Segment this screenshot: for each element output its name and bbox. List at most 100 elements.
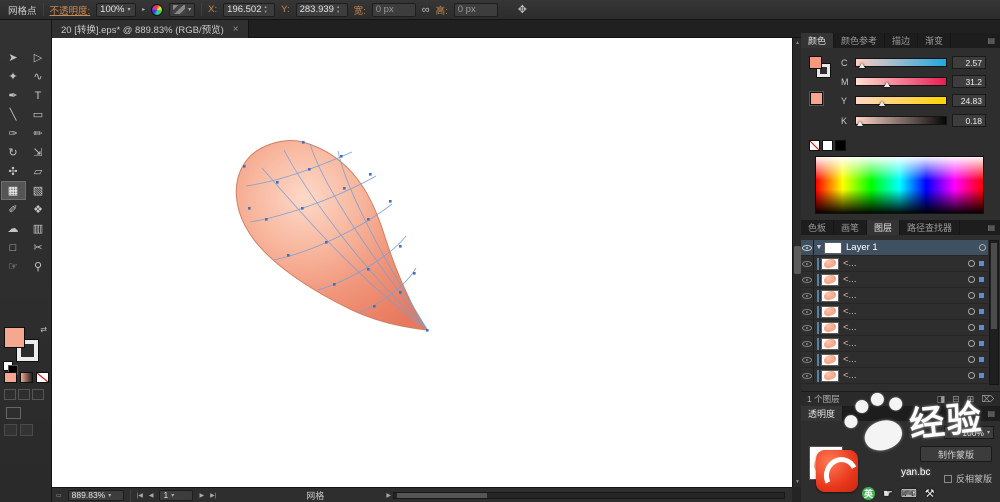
visibility-toggle[interactable] [801, 368, 814, 383]
scrollbar-thumb[interactable] [794, 246, 801, 274]
magic-wand-tool[interactable]: ✦ [1, 67, 26, 86]
target-circle-icon[interactable] [968, 372, 975, 379]
zoom-field[interactable]: 889.83% ▾ [68, 490, 124, 501]
document-tab[interactable]: 20 [转换].eps* @ 889.83% (RGB/预览) × [52, 20, 249, 38]
magenta-value-field[interactable]: 31.2 [952, 75, 986, 88]
transparency-opacity-field[interactable]: 100% ▾ [944, 426, 994, 439]
target-circle-icon[interactable] [968, 308, 975, 315]
tab-transparency[interactable]: 透明度 [801, 406, 843, 421]
slider-marker[interactable] [857, 121, 863, 126]
target-circle-icon[interactable] [968, 340, 975, 347]
new-layer-icon[interactable]: ⊞ [967, 394, 975, 405]
ime-language-button[interactable]: 英 [862, 487, 875, 500]
visibility-toggle[interactable] [801, 304, 814, 319]
color-spectrum[interactable] [815, 156, 984, 214]
prev-artboard-icon[interactable]: ◀ [149, 492, 154, 499]
scrollbar-thumb[interactable] [991, 243, 997, 329]
first-artboard-icon[interactable]: |◀ [137, 492, 143, 499]
sublayer-label[interactable]: <... [843, 258, 856, 269]
draw-behind-button[interactable] [18, 389, 30, 400]
slice-tool[interactable]: ✂ [26, 238, 51, 257]
next-artboard-icon[interactable]: ▶ [199, 492, 204, 499]
visibility-toggle[interactable] [801, 320, 814, 335]
sublayer-label[interactable]: <... [843, 370, 856, 381]
disclosure-icon[interactable]: ▼ [814, 244, 824, 251]
sublayer-row[interactable]: <... [801, 272, 988, 288]
ime-hand-icon[interactable]: ☛ [883, 487, 893, 500]
artboard-canvas[interactable] [52, 38, 792, 487]
target-circle-icon[interactable] [979, 244, 986, 251]
gradient-mode-button[interactable] [20, 372, 33, 383]
sublayer-row[interactable]: <... [801, 256, 988, 272]
invert-mask-checkbox[interactable] [944, 475, 952, 483]
sublayer-label[interactable]: <... [843, 290, 856, 301]
fill-stroke-mini[interactable] [809, 56, 835, 82]
color-mode-button[interactable] [4, 372, 17, 383]
sublayer-label[interactable]: <... [843, 274, 856, 285]
sublayer-label[interactable]: <... [843, 322, 856, 333]
ime-tools-icon[interactable]: ⚒ [925, 487, 935, 500]
slider-marker[interactable] [879, 101, 885, 106]
panel-menu-icon[interactable]: ▤ [982, 33, 1000, 48]
sublayer-row[interactable]: <... [801, 368, 988, 384]
swap-fill-stroke-icon[interactable]: ⇄ [40, 325, 47, 334]
panel-tab[interactable]: 渐变 [918, 33, 951, 48]
panel-tab[interactable]: 色板 [801, 220, 834, 235]
scroll-right-icon[interactable]: ▶ [386, 492, 391, 499]
screen-mode-button[interactable] [6, 407, 21, 419]
sublayer-row[interactable]: <... [801, 288, 988, 304]
panel-menu-icon[interactable]: ▤ [982, 220, 1000, 235]
scrollbar-thumb[interactable] [397, 493, 487, 498]
width-tool[interactable]: ✣ [1, 162, 26, 181]
artboard-field[interactable]: 1 ▾ [159, 490, 193, 501]
panel-tab[interactable]: 路径查找器 [900, 220, 960, 235]
layer-row-layer1[interactable]: ▼ Layer 1 [801, 240, 988, 256]
opacity-link[interactable]: 不透明度: [50, 3, 91, 17]
visibility-toggle[interactable] [801, 272, 814, 287]
chevron-down-icon[interactable]: ▾ [987, 429, 990, 436]
yellow-slider[interactable] [855, 96, 947, 105]
slider-marker[interactable] [859, 63, 865, 68]
target-circle-icon[interactable] [968, 292, 975, 299]
sublayer-label[interactable]: <... [843, 306, 856, 317]
fill-swatch[interactable] [809, 56, 822, 69]
free-transform-tool[interactable]: ▱ [26, 162, 51, 181]
layer-name[interactable]: Layer 1 [846, 242, 878, 253]
yellow-value-field[interactable]: 24.83 [952, 94, 986, 107]
width-field[interactable]: 0 px [372, 3, 416, 17]
blend-tool[interactable]: ❖ [26, 200, 51, 219]
scale-tool[interactable]: ⇲ [26, 143, 51, 162]
graph-tool[interactable]: ▥ [26, 219, 51, 238]
magenta-slider[interactable] [855, 77, 947, 86]
sublayer-row[interactable]: <... [801, 352, 988, 368]
black-slider[interactable] [855, 116, 947, 125]
rotate-tool[interactable]: ↻ [1, 143, 26, 162]
style-dropdown[interactable]: ▾ [169, 3, 195, 17]
y-field[interactable]: 283.939 ▴▾ [296, 3, 348, 17]
paintbrush-tool[interactable]: ✑ [1, 124, 26, 143]
link-dimensions-icon[interactable]: ∞ [422, 4, 430, 16]
visibility-toggle[interactable] [801, 256, 814, 271]
none-swatch[interactable] [809, 140, 820, 151]
direct-selection-tool[interactable]: ▷ [26, 48, 51, 67]
target-circle-icon[interactable] [968, 260, 975, 267]
height-field[interactable]: 0 px [454, 3, 498, 17]
slider-marker[interactable] [884, 82, 890, 87]
sublayer-label[interactable]: <... [843, 354, 856, 365]
none-mode-button[interactable] [36, 372, 49, 383]
panel-tab[interactable]: 描边 [885, 33, 918, 48]
mesh-tool[interactable]: ▦ [1, 181, 26, 200]
eyedropper-tool[interactable]: ✐ [1, 200, 26, 219]
panel-menu-icon[interactable]: ▤ [982, 406, 1000, 421]
artboard-tool[interactable]: □ [1, 238, 26, 257]
stepper-icon[interactable]: ▴▾ [265, 5, 267, 14]
last-artboard-icon[interactable]: ▶| [210, 492, 216, 499]
opacity-field[interactable]: 100% ▾ [96, 3, 136, 17]
options-button[interactable] [20, 424, 33, 436]
draw-inside-button[interactable] [32, 389, 44, 400]
rectangle-tool[interactable]: ▭ [26, 105, 51, 124]
sublayer-row[interactable]: <... [801, 320, 988, 336]
black-swatch[interactable] [835, 140, 846, 151]
type-tool[interactable]: T [26, 86, 51, 105]
symbol-sprayer-tool[interactable]: ☁ [1, 219, 26, 238]
